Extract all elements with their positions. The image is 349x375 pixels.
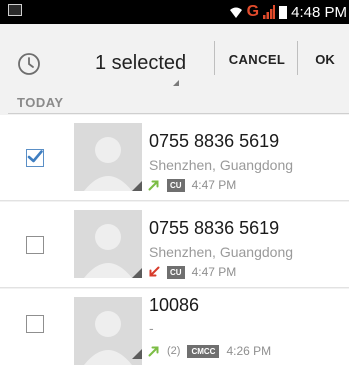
avatar[interactable] — [74, 210, 142, 278]
signal-icon — [263, 5, 276, 19]
avatar-corner-icon — [132, 349, 142, 359]
call-time: 4:47 PM — [191, 265, 237, 279]
avatar[interactable] — [74, 297, 142, 365]
location: Shenzhen, Guangdong — [149, 244, 294, 260]
phone-number: 10086 — [149, 295, 200, 315]
call-meta: CU 4:47 PM — [148, 265, 236, 279]
status-time: 4:48 PM — [291, 3, 347, 21]
call-log-row[interactable]: 0755 8836 5619 Shenzhen, Guangdong CU 4:… — [0, 115, 349, 201]
section-divider — [8, 113, 349, 114]
call-time: 4:47 PM — [191, 178, 237, 192]
call-time: 4:26 PM — [226, 344, 272, 358]
row-checkbox[interactable] — [26, 236, 44, 254]
location: - — [149, 320, 154, 336]
carrier-badge: CU — [167, 178, 185, 192]
battery-icon — [279, 5, 288, 19]
action-bar: 1 selected CANCEL OK — [0, 24, 349, 86]
avatar-corner-icon — [132, 268, 142, 278]
call-log-row[interactable]: 10086 - (2) CMCC 4:26 PM — [0, 289, 349, 375]
clock-icon[interactable] — [17, 52, 41, 76]
row-checkbox[interactable] — [26, 315, 44, 333]
carrier-badge: CU — [167, 265, 185, 279]
outgoing-call-icon — [148, 180, 159, 191]
cancel-button[interactable]: CANCEL — [224, 52, 290, 67]
phone-number: 0755 8836 5619 — [149, 131, 280, 151]
call-meta: (2) CMCC 4:26 PM — [148, 344, 271, 358]
checkmark-icon — [27, 150, 43, 163]
outgoing-call-icon — [148, 346, 159, 357]
call-count: (2) — [167, 345, 181, 357]
carrier-badge: CMCC — [187, 344, 220, 358]
dropdown-caret-icon — [173, 80, 179, 86]
divider — [297, 41, 298, 75]
avatar-corner-icon — [132, 181, 142, 191]
missed-call-icon — [149, 266, 160, 277]
notification-icon — [8, 4, 22, 16]
call-log-row[interactable]: 0755 8836 5619 Shenzhen, Guangdong CU 4:… — [0, 202, 349, 288]
ok-button[interactable]: OK — [305, 52, 345, 67]
selection-count-dropdown[interactable]: 1 selected — [95, 52, 186, 75]
section-header: TODAY — [0, 94, 349, 114]
row-checkbox[interactable] — [26, 149, 44, 167]
section-label: TODAY — [17, 95, 64, 110]
status-indicators: G 4:48 PM — [229, 0, 349, 24]
row-divider — [0, 287, 349, 288]
row-divider — [0, 200, 349, 201]
status-bar: G 4:48 PM — [0, 0, 349, 24]
network-type: G — [246, 3, 260, 20]
phone-number: 0755 8836 5619 — [149, 218, 280, 238]
wifi-icon — [229, 7, 242, 18]
avatar[interactable] — [74, 123, 142, 191]
location: Shenzhen, Guangdong — [149, 157, 294, 173]
call-meta: CU 4:47 PM — [148, 178, 236, 192]
divider — [214, 41, 215, 75]
